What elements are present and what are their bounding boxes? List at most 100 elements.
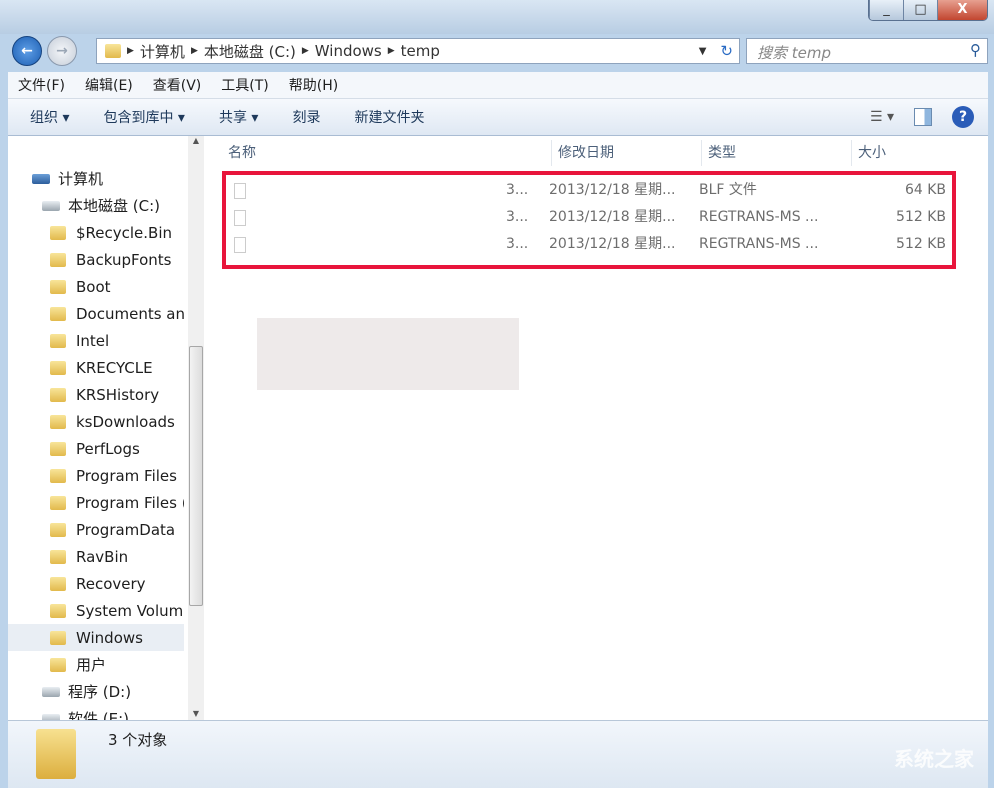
- tree-item-label: PerfLogs: [76, 439, 140, 458]
- minimize-button[interactable]: _: [869, 0, 903, 20]
- tree-item-label: Program Files (: [76, 493, 184, 512]
- folder-icon: [50, 576, 66, 591]
- menu-bar: 文件(F) 编辑(E) 查看(V) 工具(T) 帮助(H): [8, 72, 988, 99]
- tree-item[interactable]: 用户: [8, 651, 184, 678]
- tree-item[interactable]: 计算机: [8, 165, 184, 192]
- tree-item-label: 用户: [76, 656, 107, 674]
- organize-button[interactable]: 组织 ▾: [8, 107, 69, 127]
- tree-item-label: $Recycle.Bin: [76, 223, 173, 242]
- folder-icon: [50, 387, 66, 402]
- search-input[interactable]: 搜索 temp ⚲: [746, 38, 988, 64]
- tree-item[interactable]: System Volume: [8, 597, 184, 624]
- scrollbar-thumb[interactable]: [189, 346, 203, 606]
- folder-icon: [50, 225, 66, 240]
- menu-edit[interactable]: 编辑(E): [75, 75, 143, 95]
- tree-item[interactable]: Documents and: [8, 300, 184, 327]
- search-placeholder: 搜索 temp: [757, 44, 832, 62]
- refresh-button[interactable]: ↻: [720, 42, 733, 60]
- vertical-scrollbar[interactable]: ▲ ▼: [188, 136, 204, 720]
- tree-item-label: Boot: [76, 277, 111, 296]
- views-button[interactable]: ☰ ▾: [870, 109, 894, 125]
- burn-button[interactable]: 刻录: [270, 107, 320, 127]
- folder-icon: [50, 495, 66, 510]
- scroll-up-icon[interactable]: ▲: [188, 136, 204, 145]
- navigation-bar: ← → ▶ 计算机 ▶ 本地磁盘 (C:) ▶ Windows ▶ temp ▼…: [0, 34, 994, 68]
- include-in-library-button[interactable]: 包含到库中 ▾: [81, 107, 184, 127]
- folder-icon: [50, 522, 66, 537]
- drive-icon: [42, 686, 60, 697]
- search-icon[interactable]: ⚲: [970, 41, 981, 59]
- drive-icon: [42, 200, 60, 211]
- menu-file[interactable]: 文件(F): [8, 75, 75, 95]
- chevron-right-icon: ▶: [190, 46, 198, 56]
- tree-item[interactable]: KRSHistory: [8, 381, 184, 408]
- folder-icon: [50, 657, 66, 672]
- tree-item[interactable]: RavBin: [8, 543, 184, 570]
- tree-item-label: ProgramData: [76, 520, 176, 539]
- breadcrumb-temp[interactable]: temp: [401, 42, 440, 60]
- address-bar[interactable]: ▶ 计算机 ▶ 本地磁盘 (C:) ▶ Windows ▶ temp ▼ ↻: [96, 38, 740, 64]
- column-header-type[interactable]: 类型: [702, 140, 852, 166]
- tree-item-label: KRSHistory: [76, 385, 160, 404]
- folder-icon: [50, 549, 66, 564]
- tree-item-label: 计算机: [58, 170, 104, 188]
- menu-view[interactable]: 查看(V): [143, 75, 212, 95]
- preview-pane-button[interactable]: [914, 108, 932, 126]
- breadcrumb-computer[interactable]: 计算机: [140, 41, 185, 62]
- maximize-button[interactable]: □: [903, 0, 937, 20]
- tree-item-label: KRECYCLE: [76, 358, 153, 377]
- command-bar: 组织 ▾ 包含到库中 ▾ 共享 ▾ 刻录 新建文件夹 ☰ ▾ ?: [8, 99, 988, 136]
- back-button[interactable]: ←: [12, 36, 42, 66]
- red-highlight-box: [222, 171, 956, 269]
- folder-icon: [50, 630, 66, 645]
- folder-icon: [50, 252, 66, 267]
- tree-item[interactable]: Program Files (: [8, 489, 184, 516]
- folder-icon: [50, 279, 66, 294]
- tree-item[interactable]: Intel: [8, 327, 184, 354]
- tree-item-label: BackupFonts: [76, 250, 172, 269]
- history-dropdown-icon[interactable]: ▼: [699, 46, 707, 57]
- scroll-down-icon[interactable]: ▼: [188, 709, 204, 718]
- folder-icon: [50, 360, 66, 375]
- column-header-modified[interactable]: 修改日期: [552, 140, 702, 166]
- tree-item-label: 程序 (D:): [68, 683, 132, 701]
- tree-item-label: ksDownloads: [76, 412, 175, 431]
- tree-item[interactable]: 程序 (D:): [8, 678, 184, 705]
- close-button[interactable]: X: [937, 0, 987, 20]
- title-bar: _ □ X: [0, 0, 994, 34]
- tree-item-label: Intel: [76, 331, 110, 350]
- tree-item[interactable]: $Recycle.Bin: [8, 219, 184, 246]
- folder-icon: [50, 333, 66, 348]
- folder-icon: [50, 603, 66, 618]
- new-folder-button[interactable]: 新建文件夹: [332, 107, 424, 127]
- menu-tools[interactable]: 工具(T): [211, 75, 278, 95]
- tree-item[interactable]: ProgramData: [8, 516, 184, 543]
- tree-item[interactable]: ksDownloads: [8, 408, 184, 435]
- column-header-size[interactable]: 大小: [852, 140, 952, 166]
- redacted-filenames: [257, 318, 519, 390]
- tree-item-label: Documents and: [76, 304, 184, 323]
- tree-item[interactable]: 本地磁盘 (C:): [8, 192, 184, 219]
- folder-icon: [50, 414, 66, 429]
- help-button[interactable]: ?: [952, 106, 974, 128]
- folder-icon: [36, 729, 76, 779]
- tree-item-label: Program Files: [76, 466, 177, 485]
- tree-item[interactable]: Program Files: [8, 462, 184, 489]
- menu-help[interactable]: 帮助(H): [279, 75, 348, 95]
- folder-icon: [105, 44, 121, 58]
- tree-item-label: 本地磁盘 (C:): [68, 197, 160, 215]
- navigation-pane: 计算机本地磁盘 (C:) $Recycle.Bin BackupFonts Boot D…: [8, 136, 204, 728]
- breadcrumb-drive-c[interactable]: 本地磁盘 (C:): [204, 41, 296, 62]
- tree-item[interactable]: KRECYCLE: [8, 354, 184, 381]
- column-header-name[interactable]: 名称: [222, 140, 552, 166]
- tree-item[interactable]: Windows: [8, 624, 184, 651]
- tree-item[interactable]: Boot: [8, 273, 184, 300]
- folder-icon: [50, 468, 66, 483]
- tree-item[interactable]: Recovery: [8, 570, 184, 597]
- tree-item[interactable]: PerfLogs: [8, 435, 184, 462]
- tree-item[interactable]: BackupFonts: [8, 246, 184, 273]
- share-button[interactable]: 共享 ▾: [197, 107, 258, 127]
- breadcrumb-windows[interactable]: Windows: [315, 42, 382, 60]
- forward-button[interactable]: →: [47, 36, 77, 66]
- details-pane: 3 个对象 系统之家: [8, 720, 988, 788]
